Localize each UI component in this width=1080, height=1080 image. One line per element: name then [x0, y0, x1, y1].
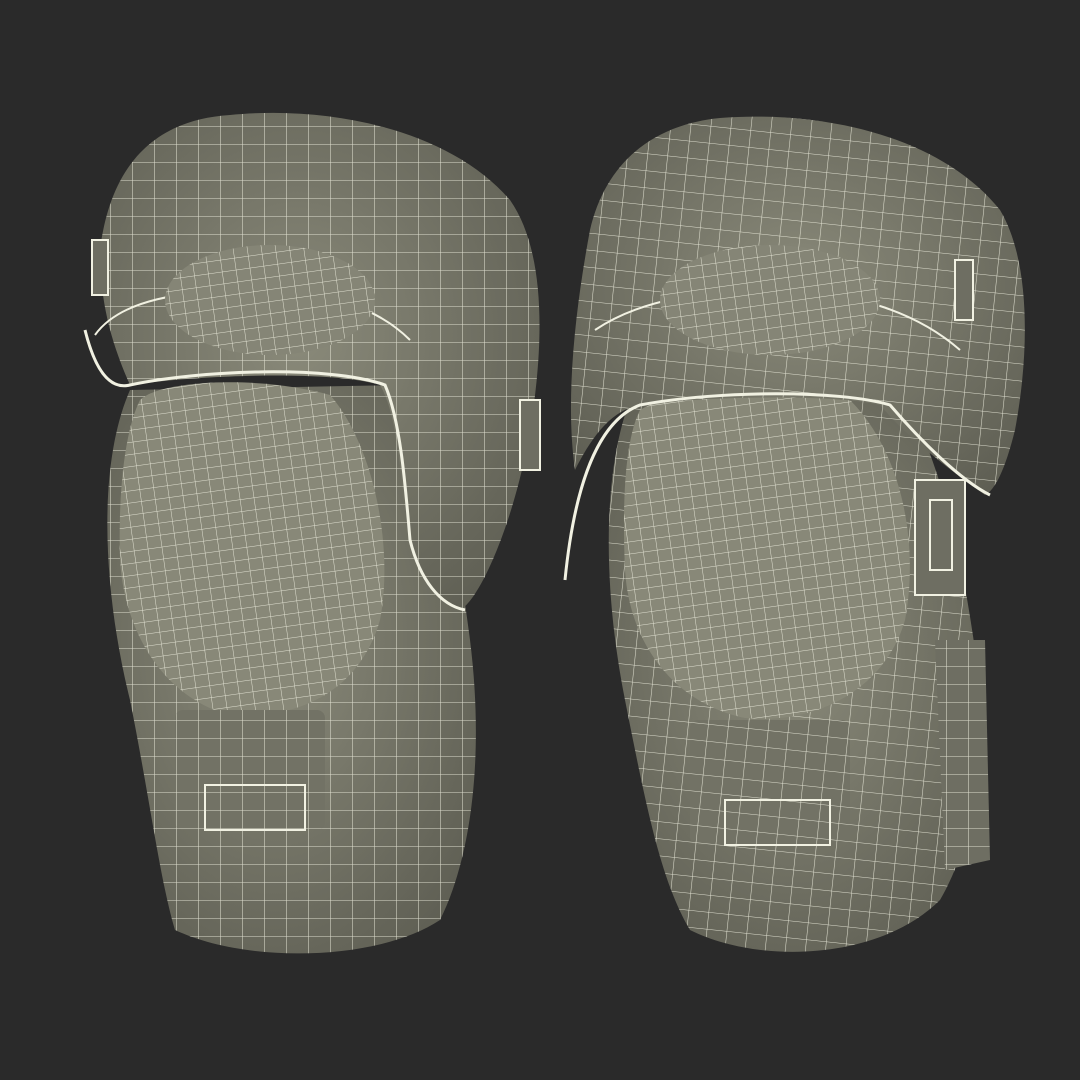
wireframe-render	[83, 112, 1025, 954]
right-knee-pad	[563, 116, 1025, 952]
right-side-buckle	[914, 479, 966, 596]
left-knee-pad	[83, 112, 541, 954]
left-side-buckle	[519, 399, 541, 471]
render-viewport	[0, 0, 1080, 1080]
